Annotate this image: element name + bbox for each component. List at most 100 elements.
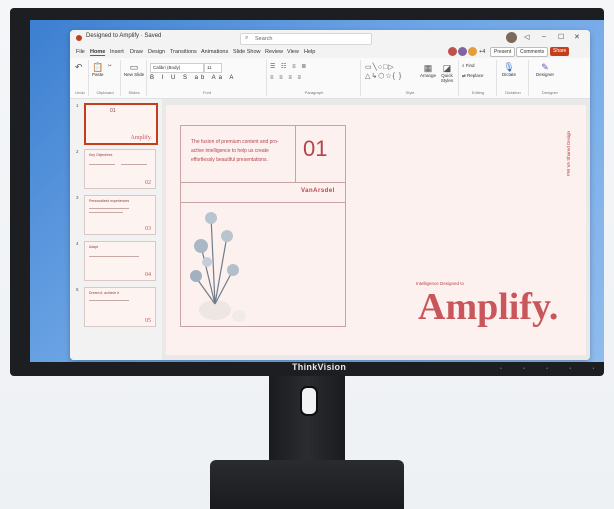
dictate-button[interactable]: 🎙 Dictate xyxy=(502,62,516,77)
maximize-button[interactable]: ☐ xyxy=(558,33,564,41)
dictate-label: Dictate xyxy=(502,72,517,77)
thumbnail-title: Personalized experiences xyxy=(89,199,130,203)
slide-thumbnail-2[interactable]: Key Objectives 02 xyxy=(84,149,156,189)
cut-icon[interactable]: ✂ xyxy=(108,63,112,69)
powerpoint-window: Designed to Amplify · Saved ⌕ Search ◁ –… xyxy=(70,30,590,360)
arrange-icon: ▦ xyxy=(423,63,433,73)
thumbnail-number: 2 xyxy=(76,149,79,154)
arrange-label: Arrange xyxy=(420,73,437,78)
slide-vertical-text[interactable]: PW VA Shared Design xyxy=(566,131,571,176)
thumbnail-text-line xyxy=(89,164,115,165)
slide-frame: The fusion of premium content and pro-ac… xyxy=(180,125,346,327)
align-buttons[interactable]: ≡ ≡ ≡ ≡ xyxy=(270,75,303,81)
shapes-gallery[interactable]: ▭╲○□▷ △↳⬡☆{ } xyxy=(365,63,402,81)
format-buttons[interactable]: B I U S ab Aa A xyxy=(150,75,236,81)
title-bar: Designed to Amplify · Saved ⌕ Search ◁ –… xyxy=(70,30,590,46)
user-avatar[interactable] xyxy=(506,32,517,43)
collaborator-count: +4 xyxy=(479,49,486,55)
foliage-shape xyxy=(202,257,212,267)
thumbnail-title: Key Objectives xyxy=(89,153,113,157)
paragraph-group-label: Paragraph xyxy=(304,90,324,95)
collaborator-avatar[interactable] xyxy=(468,47,477,56)
thumbnail-headline: 05 xyxy=(145,318,151,324)
slide-thumbnail-1[interactable]: 01 Amplify. xyxy=(84,103,158,145)
tab-file[interactable]: File xyxy=(76,49,85,55)
small-vase-shape xyxy=(232,310,246,322)
thumbnail-text-line xyxy=(121,164,147,165)
tab-transitions[interactable]: Transitions xyxy=(170,49,197,55)
search-placeholder: Search xyxy=(255,35,273,42)
slide-thumbnail-3[interactable]: Personalized experiences 03 xyxy=(84,195,156,235)
voice-group: 🎙 Dictate Dictation xyxy=(498,60,529,96)
monitor-bezel: Designed to Amplify · Saved ⌕ Search ◁ –… xyxy=(10,8,604,376)
tab-insert[interactable]: Insert xyxy=(110,49,124,55)
tab-review[interactable]: Review xyxy=(265,49,283,55)
tab-slide-show[interactable]: Slide Show xyxy=(233,49,261,55)
close-button[interactable]: ✕ xyxy=(574,33,580,41)
tab-draw[interactable]: Draw xyxy=(130,49,143,55)
tab-design[interactable]: Design xyxy=(148,49,165,55)
designer-group: ✎ Designer Designer xyxy=(530,60,570,96)
slide-headline[interactable]: Amplify. xyxy=(418,285,558,329)
slide-divider xyxy=(295,126,296,182)
slide-canvas[interactable]: The fusion of premium content and pro-ac… xyxy=(166,105,586,355)
tab-home[interactable]: Home xyxy=(90,49,106,56)
thumbnail-text-line xyxy=(89,212,123,213)
search-icon: ⌕ xyxy=(245,35,249,41)
voice-group-label: Dictation xyxy=(505,90,521,95)
share-button[interactable]: Share xyxy=(550,47,570,56)
designer-icon: ✎ xyxy=(541,62,549,72)
slide-thumbnail-5[interactable]: Dream it, achieve it 05 xyxy=(84,287,156,327)
slide-number[interactable]: 01 xyxy=(303,136,327,162)
undo-icon: ↶ xyxy=(75,62,83,72)
paragraph-group: ☰ ☷ ≡ ≣ ≡ ≡ ≡ ≡ Paragraph xyxy=(268,60,361,96)
replace-button[interactable]: ⇄ Replace xyxy=(462,73,484,79)
paste-button[interactable]: 📋 Paste xyxy=(92,62,104,77)
find-button[interactable]: ⌕ Find xyxy=(462,63,475,68)
monitor-stand-base xyxy=(210,460,404,509)
arrange-button[interactable]: ▦ Arrange xyxy=(420,63,436,78)
megaphone-icon[interactable]: ◁ xyxy=(524,33,529,41)
present-button[interactable]: Present xyxy=(490,47,516,57)
designer-button[interactable]: ✎ Designer xyxy=(536,62,554,77)
tab-animations[interactable]: Animations xyxy=(201,49,228,55)
work-area: 1 01 Amplify. 2 Key Objectives 02 3 Pers… xyxy=(70,99,590,360)
monitor-screen: Designed to Amplify · Saved ⌕ Search ◁ –… xyxy=(30,20,604,362)
clipboard-group-label: Clipboard xyxy=(96,90,114,95)
monitor-control-buttons[interactable]: • • • • • xyxy=(500,366,604,372)
paste-label: Paste xyxy=(92,72,104,77)
find-label: Find xyxy=(465,63,475,68)
tab-view[interactable]: View xyxy=(287,49,299,55)
font-name-select[interactable]: Calibri (Body) xyxy=(150,63,204,73)
list-buttons[interactable]: ☰ ☷ ≡ ≣ xyxy=(270,63,308,70)
document-title: Designed to Amplify · Saved xyxy=(86,33,162,39)
new-slide-label: New Slide xyxy=(123,72,145,77)
thumbnail-headline: 02 xyxy=(145,180,151,186)
undo-button[interactable]: ↶ xyxy=(75,62,83,72)
clipboard-group: 📋 Paste ✂ Clipboard xyxy=(90,60,121,96)
slide-thumbnail-4[interactable]: Adapt 04 xyxy=(84,241,156,281)
thumbnail-number: 4 xyxy=(76,241,79,246)
foliage-shape xyxy=(190,270,202,282)
comments-button[interactable]: Comments xyxy=(516,47,549,57)
slide-body-text[interactable]: The fusion of premium content and pro-ac… xyxy=(191,138,291,165)
plant-vase-image[interactable] xyxy=(187,206,257,322)
minimize-button[interactable]: – xyxy=(542,33,546,40)
collaborator-avatar[interactable] xyxy=(448,47,457,56)
slide-brand[interactable]: VanArsdel xyxy=(301,188,335,194)
quick-styles-button[interactable]: ◪ Quick Styles xyxy=(438,63,456,83)
editing-group: ⌕ Find ⇄ Replace Editing xyxy=(460,60,497,96)
new-slide-icon: ▭ xyxy=(129,62,139,72)
undo-group-label: Undo xyxy=(75,90,85,95)
thumbnail-title: Dream it, achieve it xyxy=(89,291,119,295)
search-box[interactable]: ⌕ Search xyxy=(240,33,372,45)
undo-group: ↶ Undo xyxy=(72,60,89,96)
font-size-select[interactable]: 11 xyxy=(204,63,222,73)
thumbnail-number: 3 xyxy=(76,195,79,200)
thumbnail-number: 1 xyxy=(76,103,79,108)
tab-help[interactable]: Help xyxy=(304,49,315,55)
collaborator-avatar[interactable] xyxy=(458,47,467,56)
paste-icon: 📋 xyxy=(92,62,104,72)
new-slide-button[interactable]: ▭ New Slide xyxy=(123,62,145,77)
foliage-shape xyxy=(221,230,233,242)
